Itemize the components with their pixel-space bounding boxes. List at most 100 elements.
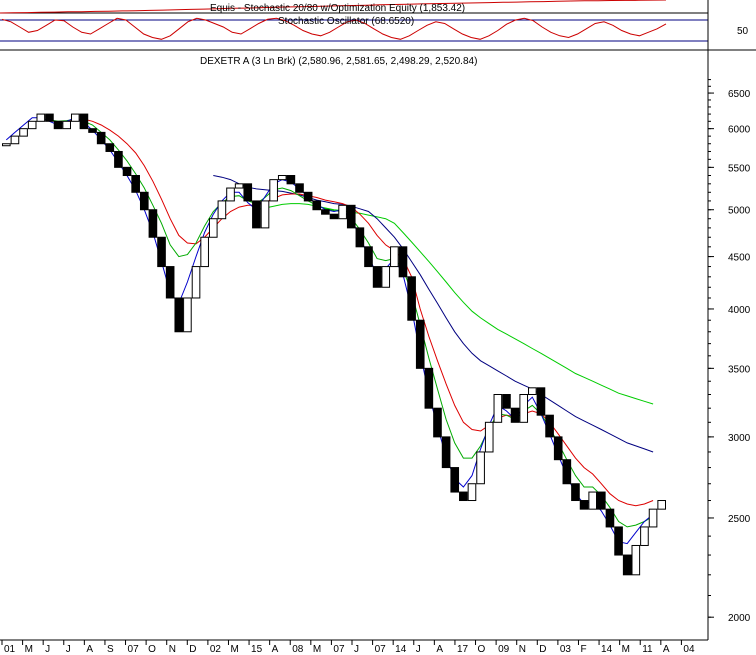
price-brick: [183, 297, 192, 333]
price-brick: [519, 394, 529, 423]
x-tick-label: N: [519, 644, 526, 655]
y-tick-label: 3000: [728, 433, 751, 444]
price-brick: [424, 367, 434, 409]
x-tick-label: 08: [292, 644, 304, 655]
price-brick: [19, 128, 28, 137]
ma-red-line: [66, 118, 654, 507]
x-tick-label: 15: [251, 644, 263, 655]
price-brick: [536, 387, 546, 416]
price-brick: [597, 491, 606, 510]
price-brick: [545, 414, 554, 438]
price-brick: [605, 508, 615, 528]
price-brick: [10, 135, 20, 145]
y-tick-label: 5500: [728, 163, 751, 174]
x-tick-label: 03: [560, 644, 572, 655]
price-brick: [510, 407, 520, 423]
x-tick-label: 07: [333, 644, 345, 655]
price-brick: [88, 128, 97, 133]
price-brick: [208, 218, 218, 238]
price-brick: [571, 483, 580, 502]
price-brick: [407, 276, 416, 321]
price-brick: [467, 483, 477, 502]
stoch-axis-label: 50: [737, 26, 749, 37]
x-tick-label: O: [148, 644, 156, 655]
price-brick: [346, 204, 356, 229]
price-brick: [165, 266, 175, 299]
chart-canvas: Equis - Stochastic 20/80 w/Optimization …: [0, 0, 756, 655]
price-brick: [441, 436, 451, 469]
x-tick-label: 09: [498, 644, 510, 655]
x-tick-label: 14: [601, 644, 613, 655]
price-brick: [484, 421, 494, 453]
price-brick: [579, 500, 589, 510]
price-brick: [27, 120, 37, 130]
price-brick: [260, 200, 270, 229]
x-tick-label: A: [86, 644, 93, 655]
price-brick: [528, 387, 537, 396]
price-brick: [243, 183, 253, 202]
price-brick: [631, 544, 641, 576]
equity-title: Equis - Stochastic 20/80 w/Optimization …: [210, 3, 465, 14]
y-tick-label: 5000: [728, 206, 751, 217]
price-title: DEXETR A (3 Ln Brk) (2,580.96, 2,581.65,…: [200, 56, 477, 67]
price-brick: [553, 436, 563, 461]
price-brick: [286, 175, 296, 185]
price-brick: [355, 227, 365, 248]
y-tick-label: 4500: [728, 253, 751, 264]
x-tick-label: 04: [683, 644, 695, 655]
price-bricks: [2, 113, 667, 576]
price-brick: [131, 175, 140, 193]
y-tick-label: 3500: [728, 364, 751, 375]
x-tick-label: J: [45, 644, 50, 655]
price-brick: [657, 500, 667, 510]
x-tick-label: 02: [210, 644, 222, 655]
x-tick-label: F: [580, 644, 586, 655]
price-brick: [493, 394, 503, 423]
ma-slow-green-line: [256, 203, 654, 405]
x-tick-label: A: [663, 644, 670, 655]
x-tick-label: M: [622, 644, 630, 655]
price-brick: [70, 113, 80, 122]
price-brick: [622, 554, 632, 576]
price-brick: [415, 319, 425, 369]
x-tick-label: A: [272, 644, 279, 655]
price-brick: [96, 131, 106, 145]
equity-panel: Equis - Stochastic 20/80 w/Optimization …: [0, 0, 708, 14]
x-tick-label: 17: [457, 644, 469, 655]
x-tick-label: J: [66, 644, 71, 655]
price-brick: [252, 200, 261, 229]
price-brick: [338, 204, 347, 220]
price-brick: [45, 113, 54, 122]
x-tick-label: M: [230, 644, 238, 655]
price-brick: [217, 200, 227, 220]
x-tick-label: D: [539, 644, 546, 655]
price-brick: [640, 526, 649, 546]
price-brick: [226, 187, 235, 202]
x-tick-label: 01: [4, 644, 16, 655]
x-tick-label: S: [107, 644, 114, 655]
price-brick: [62, 120, 71, 130]
price-brick: [2, 143, 11, 147]
price-brick: [277, 175, 287, 181]
price-brick: [53, 120, 63, 130]
y-tick-label: 2000: [728, 613, 751, 624]
price-brick: [312, 200, 322, 211]
price-brick: [174, 297, 184, 333]
y-tick-label: 4000: [728, 305, 751, 316]
x-tick-label: N: [169, 644, 176, 655]
stochastic-panel: Stochastic Oscillator (68.6520) 50: [0, 16, 749, 42]
price-brick: [390, 246, 399, 268]
stoch-title: Stochastic Oscillator (68.6520): [278, 16, 414, 27]
y-tick-label: 2500: [728, 514, 751, 525]
x-tick-label: M: [25, 644, 33, 655]
price-brick: [364, 246, 373, 268]
price-brick: [476, 451, 485, 485]
price-brick: [588, 491, 598, 510]
price-brick: [122, 166, 132, 177]
x-tick-label: 07: [128, 644, 140, 655]
price-brick: [79, 113, 89, 130]
price-brick: [105, 143, 115, 152]
y-tick-label: 6500: [728, 89, 751, 100]
x-tick-label: M: [313, 644, 321, 655]
y-axis: 6500 6000 5500 5000 4500 4000 3500 3000 2500 2000: [708, 79, 751, 624]
